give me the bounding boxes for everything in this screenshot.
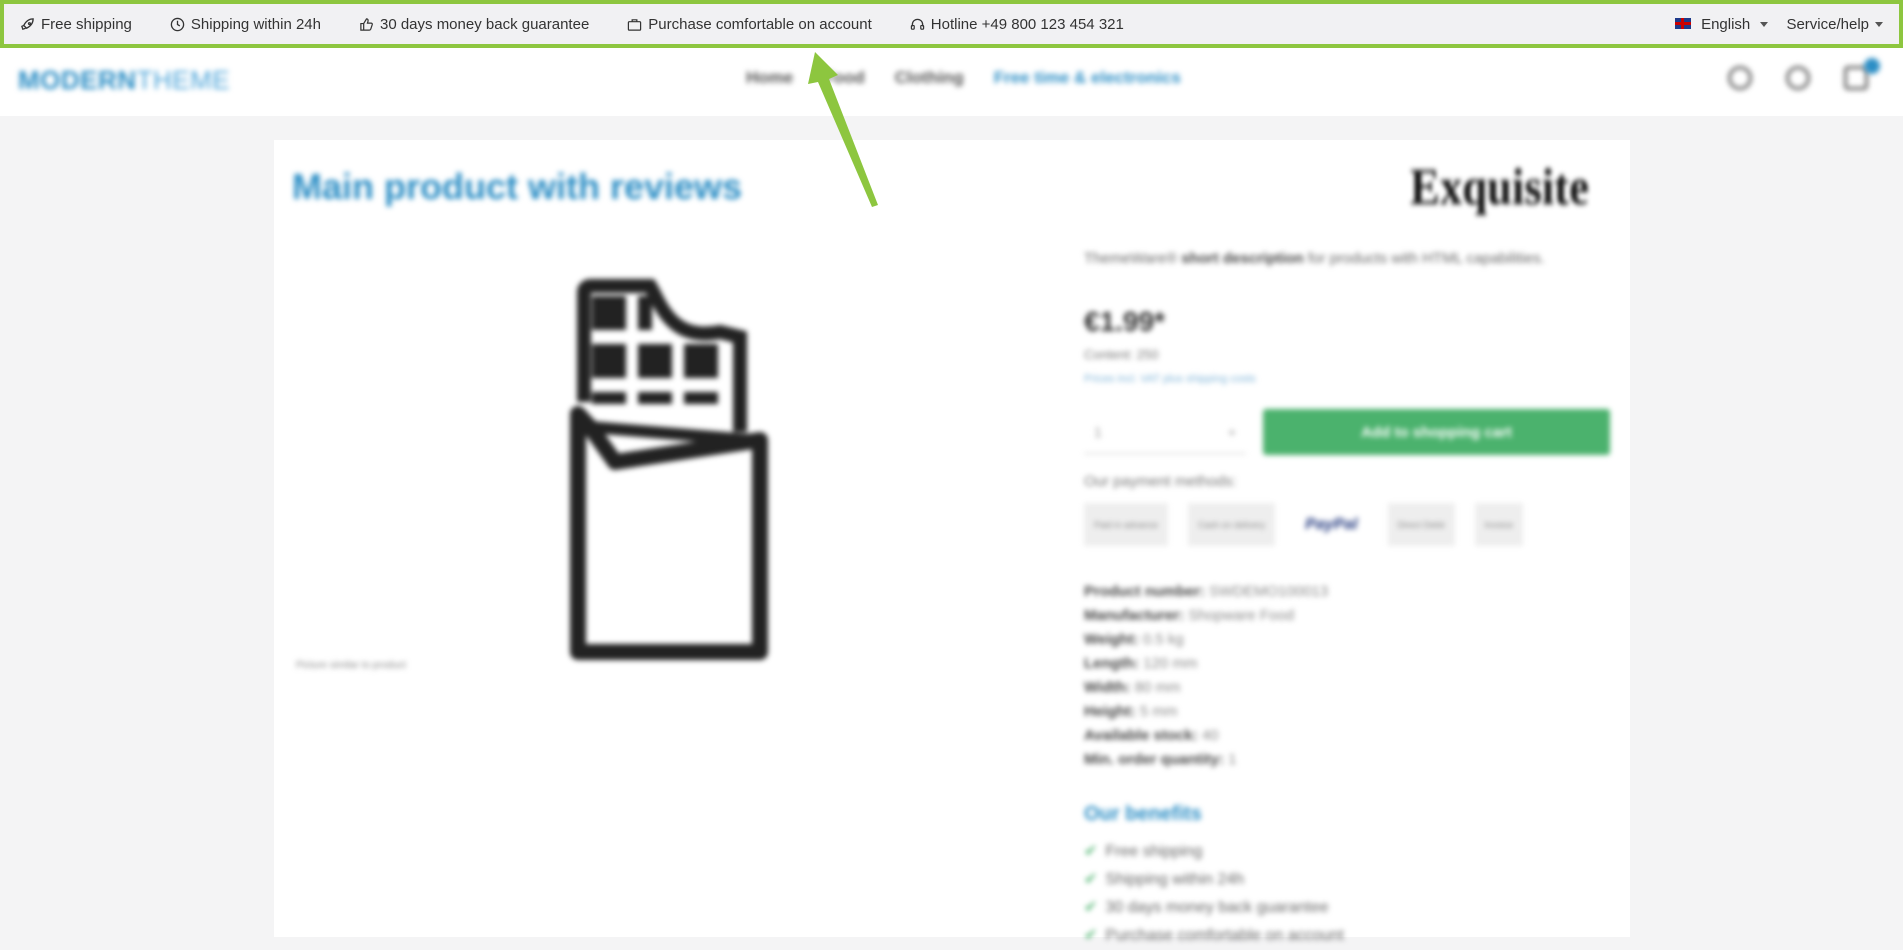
quantity-stepper[interactable]: 1 + [1084, 410, 1246, 454]
usp-label: Free shipping [41, 15, 132, 33]
spec-key: Weight: [1084, 631, 1139, 648]
spec-value: 40 [1201, 727, 1219, 744]
benefits-list: ✔ Free shipping ✔ Shipping within 24h ✔ 30 … [1084, 838, 1344, 950]
usp-item: Free shipping [20, 16, 132, 33]
spec-row: Available stock: 40 [1084, 724, 1328, 748]
spec-row: Weight: 0.5 kg [1084, 628, 1328, 652]
paypal-logo: PayPal [1295, 503, 1368, 546]
usp-item: Purchase comfortable on account [627, 15, 872, 33]
usp-item: Shipping within 24h [170, 16, 321, 33]
product-title: Main product with reviews [292, 166, 743, 207]
spec-row: Min. order quantity: 1 [1084, 748, 1328, 772]
check-icon: ✔ [1084, 871, 1098, 888]
image-caption: Picture similar to product [296, 660, 407, 671]
spec-row: Manufacturer: Shopware Food [1084, 604, 1328, 628]
spec-value: 5 mm [1139, 703, 1178, 720]
product-image[interactable] [560, 262, 780, 662]
brand-logo[interactable]: Exquisite [1410, 158, 1589, 217]
spec-key: Length: [1084, 655, 1139, 672]
spec-value: 1 [1228, 751, 1237, 768]
check-icon: ✔ [1084, 899, 1098, 916]
quantity-value: 1 [1094, 423, 1102, 440]
payment-method: Cash on delivery [1188, 503, 1276, 546]
language-selector[interactable]: English [1675, 16, 1768, 33]
spec-key: Min. order quantity: [1084, 751, 1224, 768]
benefit-item: ✔ Free shipping [1084, 838, 1344, 866]
payment-methods: Paid in advance Cash on delivery PayPal … [1084, 503, 1524, 546]
service-help-menu[interactable]: Service/help [1786, 16, 1883, 33]
uk-flag-icon [1675, 17, 1692, 29]
usp-label: Shipping within 24h [190, 15, 321, 33]
spec-row: Product number: SWDEMO100013 [1084, 580, 1328, 604]
header-actions [1728, 66, 1868, 90]
logo-part-2: THEME [136, 65, 231, 95]
usp-label: 30 days money back guarantee [379, 15, 590, 33]
short-desc-suffix: for products with HTML capabilities. [1307, 250, 1545, 267]
short-desc-bold: short description [1181, 250, 1304, 267]
spec-row: Height: 5 mm [1084, 700, 1328, 724]
site-logo[interactable]: MODERNTHEME [18, 65, 230, 96]
add-to-cart-button[interactable]: Add to shopping cart [1263, 409, 1610, 455]
payment-method: Invoice [1474, 503, 1524, 546]
top-bar: Free shipping Shipping within 24h 30 day… [0, 0, 1903, 48]
usp-list: Free shipping Shipping within 24h 30 day… [20, 16, 1162, 33]
main-nav: Home Food Clothing Free time & electroni… [746, 68, 1181, 88]
payment-method: Direct Debit [1387, 503, 1455, 546]
cart-badge [1864, 58, 1880, 74]
benefit-label: Shipping within 24h [1105, 871, 1245, 888]
spec-row: Length: 120 mm [1084, 652, 1328, 676]
spec-key: Height: [1084, 703, 1136, 720]
benefit-item: ✔ Shipping within 24h [1084, 866, 1344, 894]
service-help-label: Service/help [1786, 15, 1869, 33]
benefit-label: Free shipping [1105, 843, 1203, 860]
nav-item-clothing[interactable]: Clothing [895, 68, 964, 88]
benefit-item: ✔ 30 days money back guarantee [1084, 894, 1344, 922]
spec-row: Width: 80 mm [1084, 676, 1328, 700]
payment-methods-label: Our payment methods: [1084, 473, 1237, 490]
topbar-right: English Service/help [1675, 16, 1883, 33]
vat-link[interactable]: Prices incl. VAT plus shipping costs [1084, 373, 1256, 385]
benefit-item: ✔ Purchase comfortable on account [1084, 922, 1344, 950]
product-content: Content: 250 [1084, 347, 1159, 362]
spec-value: SWDEMO100013 [1209, 583, 1329, 600]
spec-value: 0.5 kg [1142, 631, 1184, 648]
logo-part-1: MODERN [18, 65, 137, 95]
spec-value: Shopware Food [1188, 607, 1295, 624]
usp-label: Purchase comfortable on account [648, 15, 872, 33]
usp-item: 30 days money back guarantee [359, 16, 589, 33]
check-icon: ✔ [1084, 927, 1098, 944]
rocket-icon [21, 17, 34, 30]
payment-method: Paid in advance [1084, 503, 1169, 546]
benefits-title: Our benefits [1084, 803, 1202, 825]
spec-value: 80 mm [1134, 679, 1181, 696]
headset-icon [910, 18, 924, 30]
nav-item-food[interactable]: Food [823, 68, 865, 88]
language-label: English [1701, 15, 1751, 33]
spec-key: Available stock: [1084, 727, 1198, 744]
spec-key: Width: [1084, 679, 1131, 696]
short-description: ThemeWare® short description for product… [1084, 250, 1545, 267]
product-price: €1.99* [1084, 306, 1165, 337]
plus-icon[interactable]: + [1228, 424, 1236, 440]
thumbs-up-icon [360, 17, 373, 31]
spec-value: 120 mm [1143, 655, 1198, 672]
search-icon[interactable] [1728, 66, 1752, 90]
benefit-label: 30 days money back guarantee [1105, 899, 1329, 916]
briefcase-icon [628, 18, 642, 31]
short-desc-prefix: ThemeWare® [1084, 250, 1178, 267]
clock-icon [170, 17, 185, 31]
benefit-label: Purchase comfortable on account [1105, 927, 1344, 944]
product-specs: Product number: SWDEMO100013 Manufacture… [1084, 580, 1328, 772]
spec-key: Manufacturer: [1084, 607, 1185, 624]
nav-item-free-time[interactable]: Free time & electronics [994, 68, 1181, 88]
usp-label: Hotline +49 800 123 454 321 [930, 15, 1124, 33]
usp-item: Hotline +49 800 123 454 321 [910, 16, 1124, 33]
check-icon: ✔ [1084, 843, 1098, 860]
nav-item-home[interactable]: Home [746, 68, 793, 88]
spec-key: Product number: [1084, 583, 1205, 600]
account-icon[interactable] [1786, 66, 1810, 90]
